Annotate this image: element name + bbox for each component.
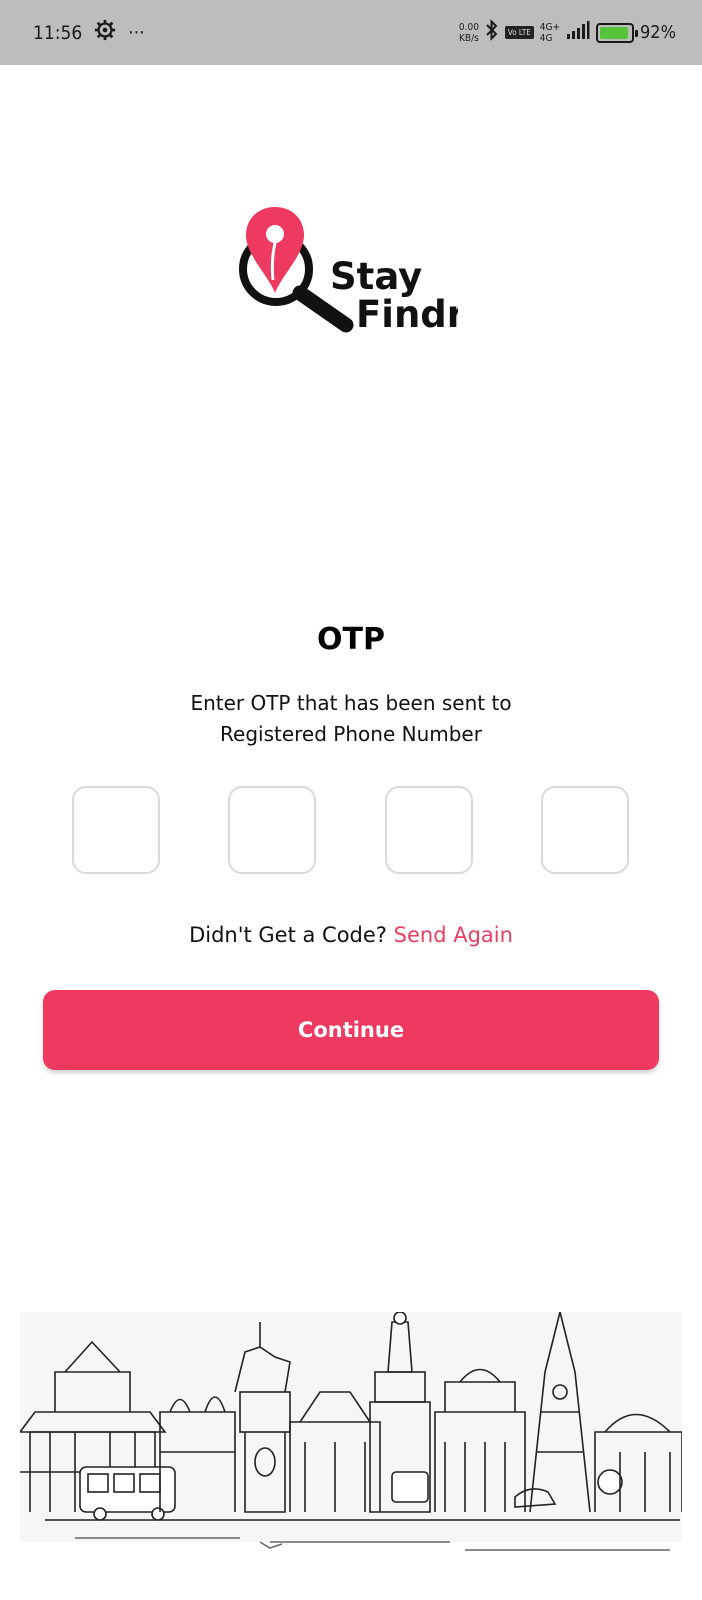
- battery-level: [600, 26, 628, 39]
- settings-gear-icon: [94, 19, 116, 46]
- otp-digit-input-4[interactable]: [541, 786, 629, 874]
- otp-digit-input-3[interactable]: [385, 786, 473, 874]
- send-again-link[interactable]: Send Again: [394, 923, 513, 947]
- logo-word-stay: Stay: [330, 255, 422, 298]
- continue-button[interactable]: Continue: [43, 990, 659, 1070]
- battery-percent: 92%: [640, 22, 676, 43]
- battery-icon: [596, 22, 638, 43]
- bluetooth-icon: [485, 19, 499, 46]
- network-type: 4G+ 4G: [540, 22, 560, 44]
- network-speed-value: 0.00: [458, 21, 479, 33]
- otp-digit-input-2[interactable]: [228, 786, 316, 874]
- otp-description-line2: Registered Phone Number: [220, 722, 482, 746]
- status-time: 11:56: [33, 21, 83, 44]
- logo-word-findr: Findr: [356, 293, 458, 336]
- network-sub-label: 4G: [539, 32, 553, 44]
- city-skyline-illustration: [18, 1311, 683, 1582]
- network-speed: 0.00 KB/s: [459, 22, 479, 44]
- app-logo: Stay Findr: [238, 205, 466, 340]
- network-type-label: 4G+: [539, 21, 560, 33]
- resend-prompt: Didn't Get a Code?: [189, 923, 387, 947]
- otp-description-line1: Enter OTP that has been sent to: [190, 691, 512, 715]
- volte-badge: Vo LTE: [504, 26, 534, 39]
- resend-row: Didn't Get a Code? Send Again: [0, 923, 702, 947]
- signal-strength-icon: [566, 20, 590, 45]
- otp-input-group: [72, 786, 632, 874]
- otp-description: Enter OTP that has been sent to Register…: [0, 688, 702, 750]
- more-notifications-icon: ···: [128, 21, 145, 44]
- status-bar: 11:56 ··· 0.00 KB/s Vo LTE 4G+ 4G 92%: [0, 0, 702, 65]
- page-title: OTP: [317, 622, 385, 657]
- otp-digit-input-1[interactable]: [72, 786, 160, 874]
- network-speed-unit: KB/s: [459, 32, 479, 44]
